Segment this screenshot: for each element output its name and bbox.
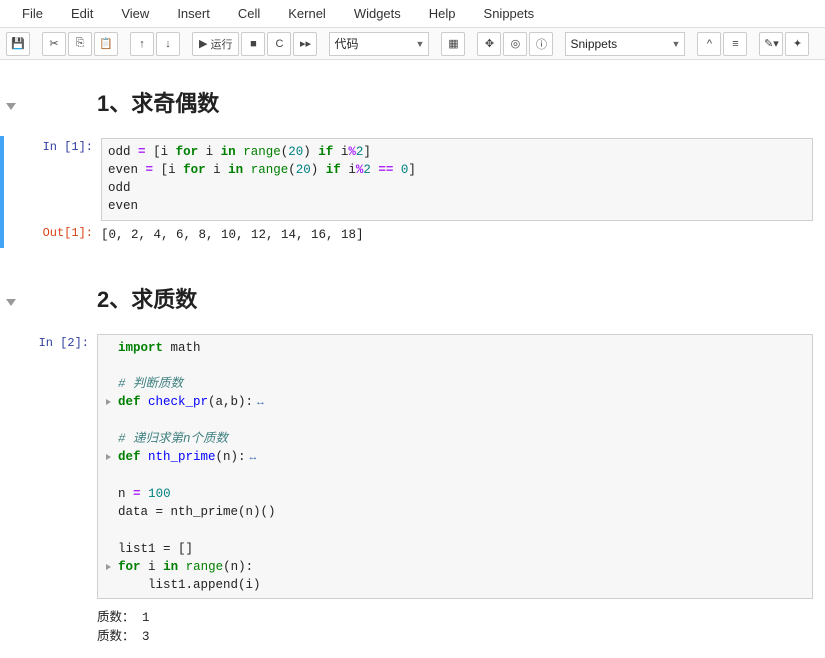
markdown-cell[interactable]: 1、求奇偶数 xyxy=(0,68,825,136)
fold-ellipsis-icon[interactable]: ↔ xyxy=(257,397,264,409)
code-fold-icon[interactable] xyxy=(106,564,111,570)
run-label: 运行 xyxy=(210,36,232,52)
move-icon-button[interactable]: ✥ xyxy=(477,32,501,56)
interrupt-button[interactable]: ■ xyxy=(241,32,265,56)
chevron-down-icon: ▼ xyxy=(416,39,425,49)
celltype-value: 代码 xyxy=(334,35,358,52)
play-icon: ▶ xyxy=(199,37,207,50)
menu-cell[interactable]: Cell xyxy=(224,2,274,25)
heading-text: 2、求质数 xyxy=(97,276,825,324)
code-input-area[interactable]: import math # 判断质数 def check_pr(a,b):↔ #… xyxy=(97,334,813,599)
move-down-button[interactable]: ↓ xyxy=(156,32,180,56)
menu-insert[interactable]: Insert xyxy=(163,2,224,25)
info-icon-button[interactable]: ⓘ xyxy=(529,32,553,56)
menu-bar: File Edit View Insert Cell Kernel Widget… xyxy=(0,0,825,28)
paste-button[interactable]: 📋 xyxy=(94,32,118,56)
output-prompt: Out[1]: xyxy=(26,224,101,240)
snippets-value: Snippets xyxy=(570,37,617,51)
code-cell-selected[interactable]: In [1]: odd = [i for i in range(20) if i… xyxy=(0,136,825,248)
menu-file[interactable]: File xyxy=(8,2,57,25)
caret-up-button[interactable]: ^ xyxy=(697,32,721,56)
menu-widgets[interactable]: Widgets xyxy=(340,2,415,25)
fold-toggle-icon[interactable] xyxy=(6,299,16,306)
menu-snippets[interactable]: Snippets xyxy=(470,2,549,25)
command-palette-button[interactable]: ▦ xyxy=(441,32,465,56)
restart-run-all-button[interactable]: ▸▸ xyxy=(293,32,317,56)
fold-ellipsis-icon[interactable]: ↔ xyxy=(250,452,257,464)
code-fold-icon[interactable] xyxy=(106,454,111,460)
chevron-down-icon: ▼ xyxy=(672,39,681,49)
eraser-button[interactable]: ✦ xyxy=(785,32,809,56)
stdout-text: 质数： 1 质数： 3 xyxy=(97,602,813,648)
code-fold-icon[interactable] xyxy=(106,399,111,405)
move-up-button[interactable]: ↑ xyxy=(130,32,154,56)
list-button[interactable]: ≡ xyxy=(723,32,747,56)
input-prompt: In [2]: xyxy=(22,334,97,350)
cut-button[interactable]: ✂ xyxy=(42,32,66,56)
brush-button[interactable]: ✎▾ xyxy=(759,32,783,56)
heading-text: 1、求奇偶数 xyxy=(97,80,825,128)
menu-edit[interactable]: Edit xyxy=(57,2,107,25)
copy-button[interactable]: ⎘ xyxy=(68,32,92,56)
restart-button[interactable]: C xyxy=(267,32,291,56)
fold-toggle-icon[interactable] xyxy=(6,103,16,110)
notebook-area[interactable]: 1、求奇偶数 In [1]: odd = [i for i in range(2… xyxy=(0,60,825,658)
celltype-select[interactable]: 代码 ▼ xyxy=(329,32,429,56)
input-prompt: In [1]: xyxy=(26,138,101,154)
menu-view[interactable]: View xyxy=(107,2,163,25)
output-text: [0, 2, 4, 6, 8, 10, 12, 14, 16, 18] xyxy=(101,224,825,246)
toolbar: 💾 ✂ ⎘ 📋 ↑ ↓ ▶ 运行 ■ C ▸▸ 代码 ▼ ▦ ✥ ◎ ⓘ Sni… xyxy=(0,28,825,60)
run-button[interactable]: ▶ 运行 xyxy=(192,32,239,56)
menu-help[interactable]: Help xyxy=(415,2,470,25)
save-button[interactable]: 💾 xyxy=(6,32,30,56)
code-cell[interactable]: In [2]: import math # 判断质数 def check_pr(… xyxy=(0,332,825,650)
menu-kernel[interactable]: Kernel xyxy=(274,2,340,25)
code-input-area[interactable]: odd = [i for i in range(20) if i%2] even… xyxy=(101,138,813,221)
snippets-select[interactable]: Snippets ▼ xyxy=(565,32,685,56)
circle-icon-button[interactable]: ◎ xyxy=(503,32,527,56)
markdown-cell[interactable]: 2、求质数 xyxy=(0,264,825,332)
